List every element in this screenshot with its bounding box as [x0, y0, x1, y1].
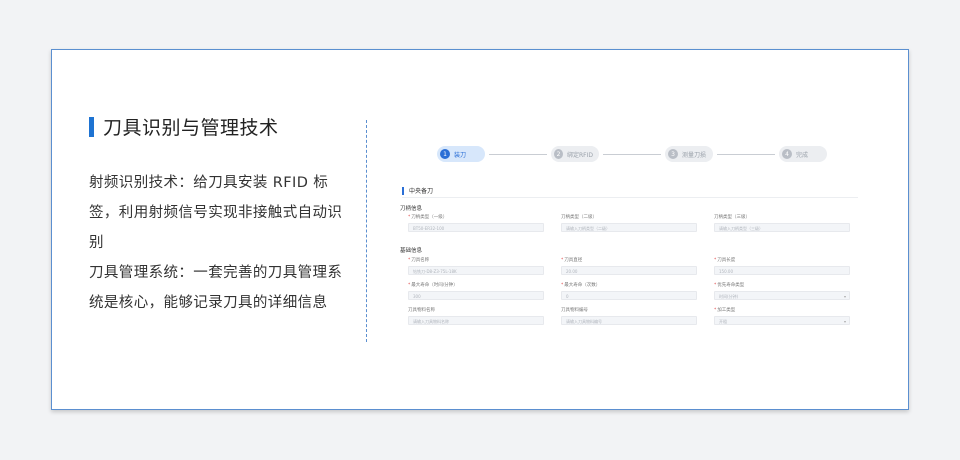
- step-3[interactable]: 3 测量刀损: [665, 146, 713, 162]
- form-field: *最大寿命（时间/分钟） 300: [408, 282, 544, 300]
- text-column: 刀具识别与管理技术 射频识别技术：给刀具安装 RFID 标签，利用射频信号实现非…: [89, 113, 349, 318]
- slide-card: 刀具识别与管理技术 射频识别技术：给刀具安装 RFID 标签，利用射频信号实现非…: [51, 49, 909, 410]
- group-title-basic: 基础信息: [400, 248, 423, 254]
- process-type-select[interactable]: 开粗 ▾: [714, 316, 850, 325]
- life-type-select[interactable]: 时间(分钟) ▾: [714, 291, 850, 300]
- step-connector: [717, 154, 775, 155]
- field-label: 最大寿命（次数）: [564, 283, 601, 288]
- form-field: 刀具物料名称 请输入刀具物料名称: [408, 307, 544, 325]
- max-life-count-input[interactable]: 0: [561, 291, 697, 300]
- form-field: 刀柄类型（二级） 请输入刀柄类型（二级）: [561, 214, 697, 232]
- step-label: 装刀: [454, 151, 467, 159]
- section-accent: [402, 187, 404, 195]
- holder-type-1-input[interactable]: BT50-ER32-100: [408, 223, 544, 232]
- step-connector: [603, 154, 661, 155]
- field-label: 刀具物料名称: [408, 308, 435, 313]
- paragraph-rfid: 射频识别技术：给刀具安装 RFID 标签，利用射频信号实现非接触式自动识别: [89, 175, 343, 251]
- step-2[interactable]: 2 绑定RFID: [551, 146, 599, 162]
- step-number: 2: [554, 149, 563, 159]
- step-number: 3: [668, 149, 678, 159]
- field-label: 最大寿命（时间/分钟）: [411, 283, 458, 288]
- field-label: 加工类型: [717, 308, 736, 313]
- field-label: 刀柄类型（三级）: [714, 215, 750, 220]
- form-field: *加工类型 开粗 ▾: [714, 307, 850, 325]
- chevron-down-icon: ▾: [843, 319, 846, 324]
- group-title-holder: 刀柄信息: [400, 206, 423, 212]
- form-field: *刀柄类型（一级） BT50-ER32-100: [408, 214, 544, 232]
- tool-name-input[interactable]: 钻铣刀-D8-Z3-75L-18K: [408, 266, 544, 275]
- step-4[interactable]: 4 完成: [779, 146, 827, 162]
- chevron-down-icon: ▾: [843, 294, 846, 299]
- step-number: 1: [440, 149, 450, 159]
- field-label: 刀具名称: [411, 258, 430, 263]
- step-1[interactable]: 1 装刀: [437, 146, 485, 162]
- form-field: 刀具物料编号 请输入刀具物料编号: [561, 307, 697, 325]
- material-name-input[interactable]: 请输入刀具物料名称: [408, 316, 544, 325]
- field-label: 优先寿命类型: [717, 283, 745, 288]
- form-field: *最大寿命（次数） 0: [561, 282, 697, 300]
- tool-length-input[interactable]: 150.00: [714, 266, 850, 275]
- tool-diameter-input[interactable]: 20.00: [561, 266, 697, 275]
- form-field: *优先寿命类型 时间(分钟) ▾: [714, 282, 850, 300]
- step-connector: [489, 154, 547, 155]
- field-label: 刀具长度: [717, 258, 736, 263]
- form-field: 刀柄类型（三级） 请输入刀柄类型（三级）: [714, 214, 850, 232]
- holder-type-3-input[interactable]: 请输入刀柄类型（三级）: [714, 223, 850, 232]
- section-header: 中央备刀: [402, 185, 858, 198]
- max-life-time-input[interactable]: 300: [408, 291, 544, 300]
- field-label: 刀柄类型（一级）: [411, 215, 448, 220]
- step-label: 完成: [796, 151, 809, 159]
- material-code-input[interactable]: 请输入刀具物料编号: [561, 316, 697, 325]
- holder-type-2-input[interactable]: 请输入刀柄类型（二级）: [561, 223, 697, 232]
- slide-body: 射频识别技术：给刀具安装 RFID 标签，利用射频信号实现非接触式自动识别 刀具…: [89, 168, 349, 318]
- app-screenshot: 1 装刀 2 绑定RFID 3 测量刀损 4 完成 中央备刀 刀柄信息 *刀柄类…: [400, 138, 860, 338]
- form-field: *刀具长度 150.00: [714, 257, 850, 275]
- slide-heading: 刀具识别与管理技术: [89, 113, 349, 140]
- field-label: 刀具物料编号: [561, 308, 588, 313]
- field-label: 刀具直径: [564, 258, 583, 263]
- slide-title: 刀具识别与管理技术: [103, 117, 279, 139]
- step-label: 测量刀损: [682, 151, 707, 159]
- field-label: 刀柄类型（二级）: [561, 215, 597, 220]
- section-title: 中央备刀: [409, 188, 434, 195]
- form-field: *刀具直径 20.00: [561, 257, 697, 275]
- step-number: 4: [782, 149, 792, 159]
- form-field: *刀具名称 钻铣刀-D8-Z3-75L-18K: [408, 257, 544, 275]
- paragraph-management: 刀具管理系统：一套完善的刀具管理系统是核心，能够记录刀具的详细信息: [89, 265, 343, 311]
- stepper: 1 装刀 2 绑定RFID 3 测量刀损 4 完成: [437, 146, 827, 162]
- dashed-divider: [366, 120, 367, 342]
- heading-accent-bar: [89, 116, 94, 137]
- step-label: 绑定RFID: [566, 151, 593, 159]
